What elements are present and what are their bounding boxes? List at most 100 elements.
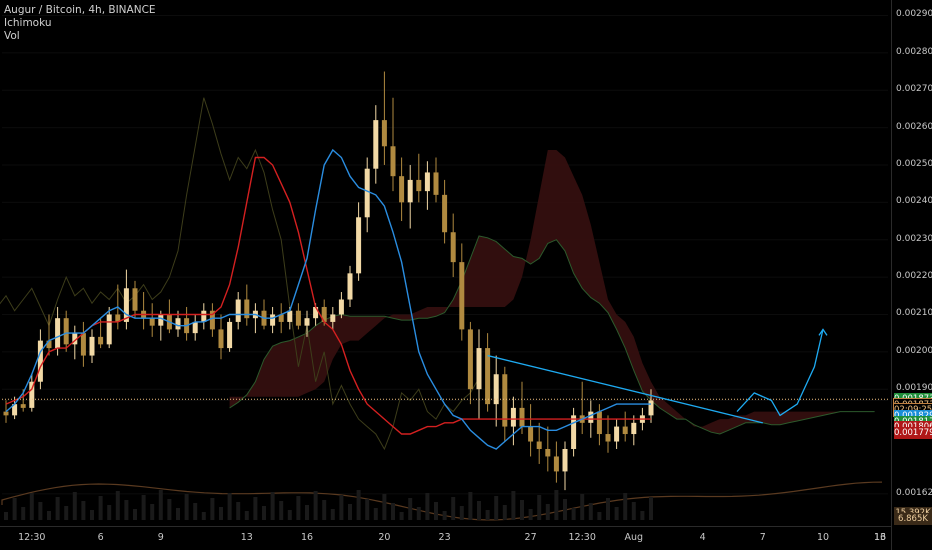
candle-body (467, 329, 473, 390)
candle-body (545, 448, 551, 457)
volume-bar (537, 495, 542, 520)
volume-bar (107, 505, 112, 520)
candle-body (433, 172, 439, 195)
chart-legend: Augur / Bitcoin, 4h, BINANCE Ichimoku Vo… (4, 4, 156, 43)
volume-bar (399, 512, 404, 520)
volume-bar (391, 503, 395, 520)
time-tick-label: 13 (240, 532, 253, 543)
volume-bar (244, 511, 249, 520)
price-tick-label: 0.00220 (896, 271, 932, 282)
symbol-title[interactable]: Augur / Bitcoin, 4h, BINANCE (4, 4, 156, 17)
volume-bar (416, 507, 421, 520)
volume-bar (270, 492, 275, 520)
time-tick-label: 6 (97, 532, 104, 543)
candle-body (304, 318, 310, 326)
candle-body (295, 310, 301, 326)
volume-bar (459, 506, 464, 520)
price-chart-canvas[interactable] (0, 0, 932, 550)
candle-body (648, 400, 654, 416)
price-tick-label: 0.00250 (896, 158, 932, 169)
volume-bar (38, 502, 43, 520)
candle-body (55, 318, 61, 349)
candle-body (235, 299, 241, 322)
volume-bar (262, 506, 266, 520)
volume-bar (29, 493, 34, 520)
candle-body (399, 176, 405, 203)
volume-bar (588, 503, 593, 520)
candle-body (510, 407, 516, 427)
candle-body (459, 262, 465, 330)
candle-body (631, 422, 637, 435)
volume-bar (477, 501, 481, 520)
time-tick-label: 16 (873, 532, 887, 543)
volume-bar (502, 505, 507, 520)
time-tick-label: 12:30 (568, 532, 596, 543)
candle-body (614, 426, 620, 442)
candle-body (571, 415, 577, 449)
indicator-volume-label[interactable]: Vol (4, 30, 156, 43)
time-tick-label: Aug (624, 532, 644, 543)
candle-body (158, 314, 164, 326)
candle-body (63, 318, 69, 345)
volume-bar (287, 510, 292, 520)
candle-body (364, 168, 370, 218)
price-axis-separator (891, 0, 892, 550)
candle-body (605, 434, 611, 442)
volume-bar (623, 493, 628, 520)
volume-bar (373, 508, 378, 520)
volume-bar (511, 491, 516, 520)
candle-body (338, 299, 344, 315)
volume-bar (150, 504, 155, 520)
indicator-ichimoku-label[interactable]: Ichimoku (4, 17, 156, 30)
candle-body (98, 336, 104, 345)
time-tick-label: 23 (438, 532, 451, 543)
candle-body (588, 411, 594, 423)
volume-bar (520, 500, 524, 520)
candle-body (330, 314, 336, 322)
candle-body (476, 348, 482, 390)
price-axis-badge: 6.865K (894, 512, 932, 525)
volume-bar (365, 499, 370, 520)
volume-bar (554, 490, 559, 520)
volume-bar (236, 502, 241, 520)
volume-bar (442, 511, 447, 520)
candle-body (528, 426, 534, 442)
candle-body (80, 333, 86, 356)
volume-bar (649, 497, 653, 520)
volume-bar (201, 512, 206, 520)
price-tick-label: 0.00190 (896, 383, 932, 394)
volume-bar (356, 490, 361, 520)
volume-bar (81, 501, 86, 520)
volume-bar (227, 493, 232, 520)
price-tick-label: 0.00280 (896, 46, 932, 57)
candle-body (132, 288, 138, 311)
projection-arrow-icon (818, 328, 828, 336)
price-axis-badge: 0.001779 (894, 426, 932, 439)
price-tick-label: 0.00210 (896, 308, 932, 319)
volume-bar (631, 502, 636, 520)
time-tick-label: 12:30 (18, 532, 46, 543)
candle-body (536, 441, 542, 449)
candle-body (356, 217, 362, 274)
candle-body (407, 179, 413, 203)
volume-bar (614, 507, 619, 520)
candle-body (175, 318, 181, 330)
volume-bar (12, 498, 17, 520)
volume-bar (528, 509, 533, 520)
volume-bar (322, 500, 327, 520)
price-tick-label: 0.00260 (896, 121, 932, 132)
price-tick-label: 0.00290 (896, 9, 932, 20)
volume-bar (253, 497, 258, 520)
candle-body (3, 411, 9, 416)
time-tick-label: 4 (699, 532, 706, 543)
candle-body (347, 273, 353, 300)
volume-bar (313, 491, 318, 520)
volume-bar (545, 504, 550, 520)
volume-bar (348, 504, 352, 520)
volume-bar (21, 507, 26, 520)
volume-bar (563, 499, 567, 520)
volume-bar (606, 498, 610, 520)
candle-body (596, 411, 602, 435)
time-axis-separator (0, 526, 891, 527)
volume-bar (468, 492, 473, 520)
